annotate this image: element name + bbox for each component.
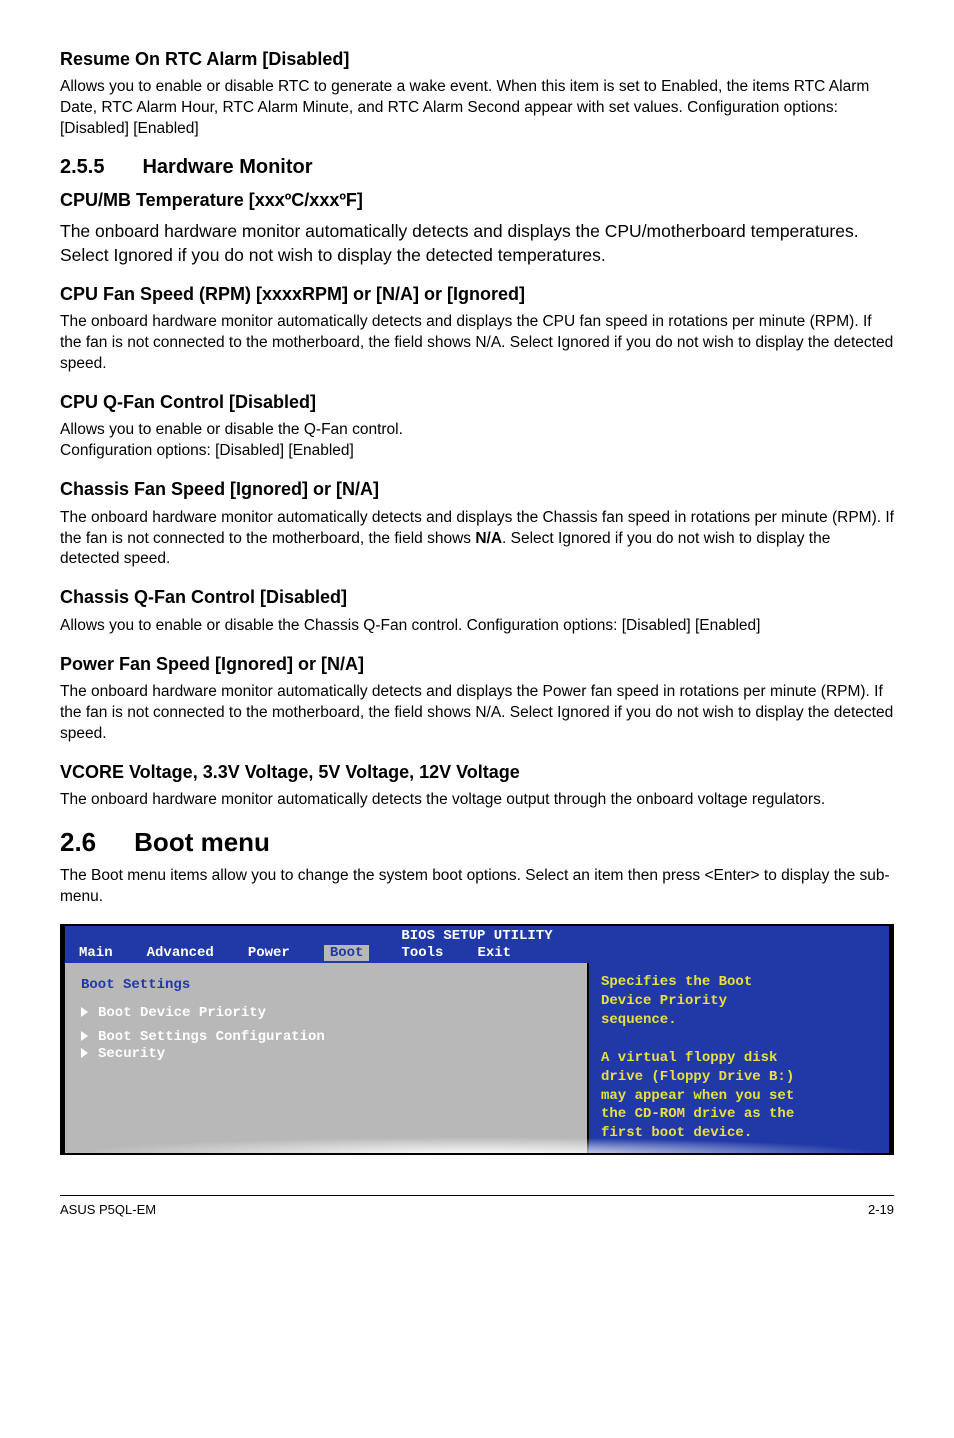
bios-left-panel: Boot Settings Boot Device Priority Boot … bbox=[65, 963, 589, 1153]
bios-item-label: Boot Device Priority bbox=[98, 1005, 266, 1021]
bios-item-label: Security bbox=[98, 1046, 165, 1062]
bios-item-label: Boot Settings Configuration bbox=[98, 1029, 325, 1045]
footer-right: 2-19 bbox=[868, 1202, 894, 1217]
bios-screenshot: BIOS SETUP UTILITY Main Advanced Power B… bbox=[60, 924, 894, 1155]
bios-item-security[interactable]: Security bbox=[81, 1046, 571, 1062]
help-line: first boot device. bbox=[601, 1124, 877, 1143]
bios-tab-advanced[interactable]: Advanced bbox=[147, 945, 236, 961]
heading-num: 2.5.5 bbox=[60, 156, 104, 179]
help-line: Device Priority bbox=[601, 992, 877, 1011]
bios-tab-boot[interactable]: Boot bbox=[324, 945, 370, 961]
bios-tab-tools[interactable]: Tools bbox=[401, 945, 465, 961]
heading-title: Boot menu bbox=[134, 827, 270, 858]
footer-left: ASUS P5QL-EM bbox=[60, 1202, 156, 1217]
bios-help-panel: Specifies the Boot Device Priority seque… bbox=[589, 963, 889, 1153]
bios-tab-power[interactable]: Power bbox=[248, 945, 312, 961]
bios-tab-exit[interactable]: Exit bbox=[477, 945, 533, 961]
heading-chassis-qfan: Chassis Q-Fan Control [Disabled] bbox=[60, 586, 894, 609]
text-bold-na: N/A bbox=[475, 530, 502, 547]
body-power-fan: The onboard hardware monitor automatical… bbox=[60, 682, 894, 745]
help-line: sequence. bbox=[601, 1011, 877, 1030]
body-vcore: The onboard hardware monitor automatical… bbox=[60, 790, 894, 811]
bios-title: BIOS SETUP UTILITY bbox=[65, 926, 889, 945]
heading-power-fan: Power Fan Speed [Ignored] or [N/A] bbox=[60, 653, 894, 676]
body-resume-rtc: Allows you to enable or disable RTC to g… bbox=[60, 77, 894, 140]
body-cpu-temp: The onboard hardware monitor automatical… bbox=[60, 219, 894, 267]
help-line: may appear when you set bbox=[601, 1087, 877, 1106]
bios-item-boot-settings-config[interactable]: Boot Settings Configuration bbox=[81, 1029, 571, 1045]
help-line: the CD-ROM drive as the bbox=[601, 1105, 877, 1124]
heading-chassis-fan: Chassis Fan Speed [Ignored] or [N/A] bbox=[60, 478, 894, 501]
triangle-icon bbox=[81, 1007, 88, 1017]
body-cpu-fan: The onboard hardware monitor automatical… bbox=[60, 312, 894, 375]
heading-resume-rtc: Resume On RTC Alarm [Disabled] bbox=[60, 48, 894, 71]
help-line: Specifies the Boot bbox=[601, 973, 877, 992]
bios-item-boot-device-priority[interactable]: Boot Device Priority bbox=[81, 1005, 571, 1021]
heading-cpu-fan: CPU Fan Speed (RPM) [xxxxRPM] or [N/A] o… bbox=[60, 283, 894, 306]
heading-2-6: 2.6 Boot menu bbox=[60, 827, 894, 858]
page-footer: ASUS P5QL-EM 2-19 bbox=[60, 1195, 894, 1217]
bios-tab-main[interactable]: Main bbox=[79, 945, 135, 961]
help-line: drive (Floppy Drive B:) bbox=[601, 1068, 877, 1087]
bios-section-label: Boot Settings bbox=[81, 977, 571, 993]
heading-cpu-temp: CPU/MB Temperature [xxxºC/xxxºF] bbox=[60, 189, 894, 212]
body-chassis-qfan: Allows you to enable or disable the Chas… bbox=[60, 616, 894, 637]
heading-num: 2.6 bbox=[60, 827, 96, 858]
body-chassis-fan: The onboard hardware monitor automatical… bbox=[60, 508, 894, 571]
help-line bbox=[601, 1030, 877, 1049]
triangle-icon bbox=[81, 1048, 88, 1058]
bios-tabs: Main Advanced Power Boot Tools Exit bbox=[65, 945, 889, 963]
body-boot-intro: The Boot menu items allow you to change … bbox=[60, 866, 894, 908]
heading-title: Hardware Monitor bbox=[142, 156, 312, 179]
heading-cpu-qfan: CPU Q-Fan Control [Disabled] bbox=[60, 391, 894, 414]
heading-vcore: VCORE Voltage, 3.3V Voltage, 5V Voltage,… bbox=[60, 761, 894, 784]
body-cpu-qfan: Allows you to enable or disable the Q-Fa… bbox=[60, 420, 894, 462]
heading-2-5-5: 2.5.5 Hardware Monitor bbox=[60, 156, 894, 179]
triangle-icon bbox=[81, 1031, 88, 1041]
help-line: A virtual floppy disk bbox=[601, 1049, 877, 1068]
